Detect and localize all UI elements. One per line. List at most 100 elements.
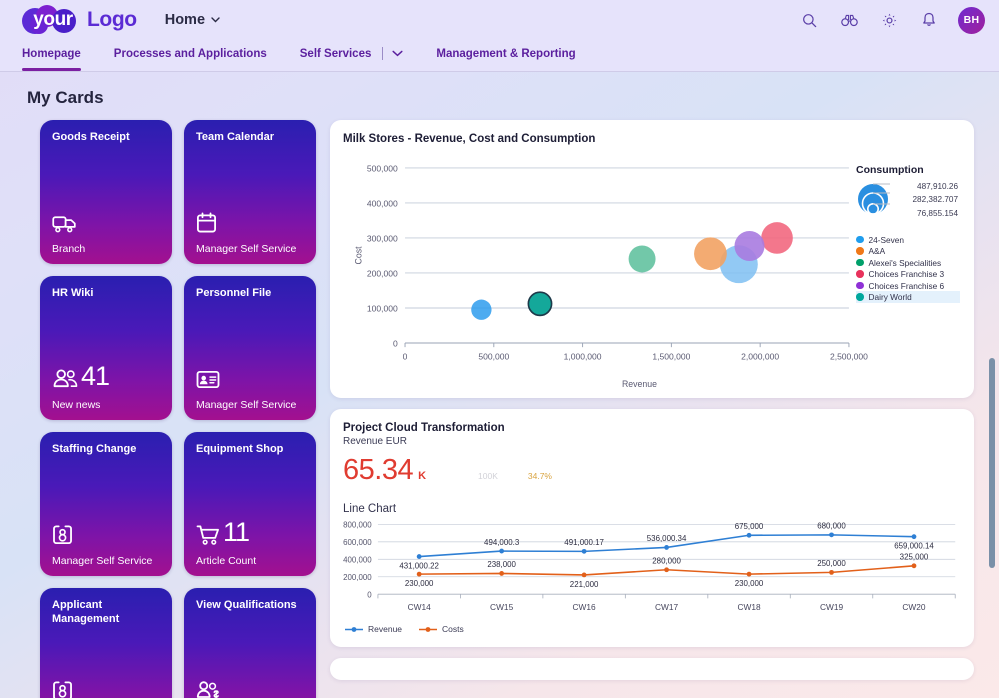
home-menu-label: Home xyxy=(165,12,205,28)
legend-label: Dairy World xyxy=(869,292,912,302)
card-team-calendar[interactable]: Team Calendar Manager Self Service xyxy=(184,120,316,264)
legend-item[interactable]: A&A xyxy=(856,245,960,257)
logo-badge-icon: your xyxy=(22,8,84,33)
card-title: Team Calendar xyxy=(196,131,305,145)
card-title: Personnel File xyxy=(196,287,305,301)
svg-text:Cost: Cost xyxy=(353,246,363,265)
bubble-chart-title: Milk Stores - Revenue, Cost and Consumpt… xyxy=(330,120,974,145)
avatar[interactable]: BH xyxy=(958,7,985,34)
cart-icon xyxy=(196,524,221,546)
svg-text:230,000: 230,000 xyxy=(405,579,434,588)
gear-icon[interactable] xyxy=(878,9,900,31)
nav-tab-management-and-reporting[interactable]: Management & Reporting xyxy=(436,40,575,71)
svg-text:200,000: 200,000 xyxy=(343,573,372,582)
card-equipment-shop[interactable]: Equipment Shop 11 Article Count xyxy=(184,432,316,576)
svg-text:500,000: 500,000 xyxy=(367,163,398,173)
card-applicant-management[interactable]: Applicant Management Manager Self Servic… xyxy=(40,588,172,698)
card-hr-wiki[interactable]: HR Wiki 41 New news xyxy=(40,276,172,420)
card-subtitle: Article Count xyxy=(196,555,305,567)
nav-tab-processes-and-applications[interactable]: Processes and Applications xyxy=(114,40,267,71)
vertical-scrollbar[interactable] xyxy=(989,358,995,568)
card-title: Goods Receipt xyxy=(52,131,161,145)
chevron-down-icon[interactable] xyxy=(392,50,403,57)
legend-label: Choices Franchise 6 xyxy=(869,281,945,291)
card-subtitle: Manager Self Service xyxy=(52,555,161,567)
svg-text:2,000,000: 2,000,000 xyxy=(741,352,779,362)
svg-text:CW18: CW18 xyxy=(737,602,761,612)
logo-text-your: your xyxy=(33,9,73,31)
calendar-icon xyxy=(196,212,217,234)
line-chart-svg: 0200,000400,000600,000800,000CW14CW15CW1… xyxy=(330,515,974,623)
card-title: Applicant Management xyxy=(52,599,161,627)
svg-text:CW15: CW15 xyxy=(490,602,514,612)
id-card-icon xyxy=(196,369,220,390)
home-menu-button[interactable]: Home xyxy=(165,12,220,28)
nav-tab-label: Processes and Applications xyxy=(114,48,267,60)
svg-text:1,000,000: 1,000,000 xyxy=(564,352,602,362)
svg-text:494,000.3: 494,000.3 xyxy=(484,538,520,547)
nav-tab-self-services[interactable]: Self Services xyxy=(300,40,404,71)
series-legend-list: 24-SevenA&AAlexei's SpecialitiesChoices … xyxy=(856,234,960,303)
svg-text:536,000.34: 536,000.34 xyxy=(647,534,687,543)
svg-text:250,000: 250,000 xyxy=(817,559,846,568)
chevron-down-icon xyxy=(211,17,220,23)
svg-text:238,000: 238,000 xyxy=(487,560,516,569)
bell-icon[interactable] xyxy=(918,9,940,31)
svg-text:0: 0 xyxy=(403,352,408,362)
legend-color-dot xyxy=(856,247,864,255)
kpi-unit: K xyxy=(418,470,426,482)
svg-text:230,000: 230,000 xyxy=(735,579,764,588)
card-staffing-change[interactable]: Staffing Change Manager Self Service xyxy=(40,432,172,576)
card-personnel-file[interactable]: Personnel File Manager Self Service xyxy=(184,276,316,420)
legend-item[interactable]: 24-Seven xyxy=(856,234,960,246)
line-legend-item[interactable]: Costs xyxy=(418,624,464,634)
binoculars-icon[interactable] xyxy=(838,9,860,31)
logo-text-logo: Logo xyxy=(87,8,137,32)
svg-text:500,000: 500,000 xyxy=(478,352,509,362)
nav-tab-homepage[interactable]: Homepage xyxy=(22,40,81,71)
consumption-size-icon xyxy=(856,179,892,219)
card-title: View Qualifications xyxy=(196,599,305,613)
legend-item[interactable]: Dairy World xyxy=(856,291,960,303)
app-logo[interactable]: your Logo xyxy=(22,8,137,33)
svg-text:325,000: 325,000 xyxy=(900,553,929,562)
content-area: Goods Receipt Branch Team Calendar xyxy=(0,120,999,698)
svg-text:CW14: CW14 xyxy=(408,602,432,612)
line-chart-title: Line Chart xyxy=(330,487,974,515)
svg-text:100,000: 100,000 xyxy=(367,303,398,313)
widget-column: Milk Stores - Revenue, Cost and Consumpt… xyxy=(330,120,974,698)
legend-item[interactable]: Alexei's Specialities xyxy=(856,257,960,269)
kpi-subtitle: Revenue EUR xyxy=(330,434,974,447)
person-box-icon xyxy=(52,524,74,546)
people-money-icon xyxy=(196,680,221,698)
legend-label: Alexei's Specialities xyxy=(869,258,942,268)
line-legend-label: Costs xyxy=(442,624,464,634)
card-title: Staffing Change xyxy=(52,443,161,457)
line-legend-marker xyxy=(344,625,364,634)
legend-item[interactable]: Choices Franchise 6 xyxy=(856,280,960,292)
svg-text:CW17: CW17 xyxy=(655,602,679,612)
card-subtitle: Manager Self Service xyxy=(196,399,305,411)
legend-item[interactable]: Choices Franchise 3 xyxy=(856,268,960,280)
svg-text:CW20: CW20 xyxy=(902,602,926,612)
search-icon[interactable] xyxy=(798,9,820,31)
header-actions: BH xyxy=(798,7,985,34)
line-legend-item[interactable]: Revenue xyxy=(344,624,402,634)
bubble-chart-card: Milk Stores - Revenue, Cost and Consumpt… xyxy=(330,120,974,398)
svg-text:2,500,000: 2,500,000 xyxy=(830,352,868,362)
consumption-legend-title: Consumption xyxy=(856,164,960,176)
legend-color-dot xyxy=(856,270,864,278)
legend-color-dot xyxy=(856,282,864,290)
svg-text:491,000.17: 491,000.17 xyxy=(564,538,604,547)
nav-divider xyxy=(382,47,383,60)
svg-text:300,000: 300,000 xyxy=(367,233,398,243)
my-cards-grid: Goods Receipt Branch Team Calendar xyxy=(40,120,316,698)
svg-text:200,000: 200,000 xyxy=(367,268,398,278)
card-title: Equipment Shop xyxy=(196,443,305,457)
card-view-qualifications[interactable]: View Qualifications Employee Self Servic… xyxy=(184,588,316,698)
card-goods-receipt[interactable]: Goods Receipt Branch xyxy=(40,120,172,264)
line-chart-plot[interactable]: 0200,000400,000600,000800,000CW14CW15CW1… xyxy=(330,515,974,619)
bubble-chart-legend: Consumption 487,910.26 282,382.707 76,85… xyxy=(856,164,960,303)
svg-text:221,000: 221,000 xyxy=(570,580,599,589)
legend-label: A&A xyxy=(869,246,886,256)
